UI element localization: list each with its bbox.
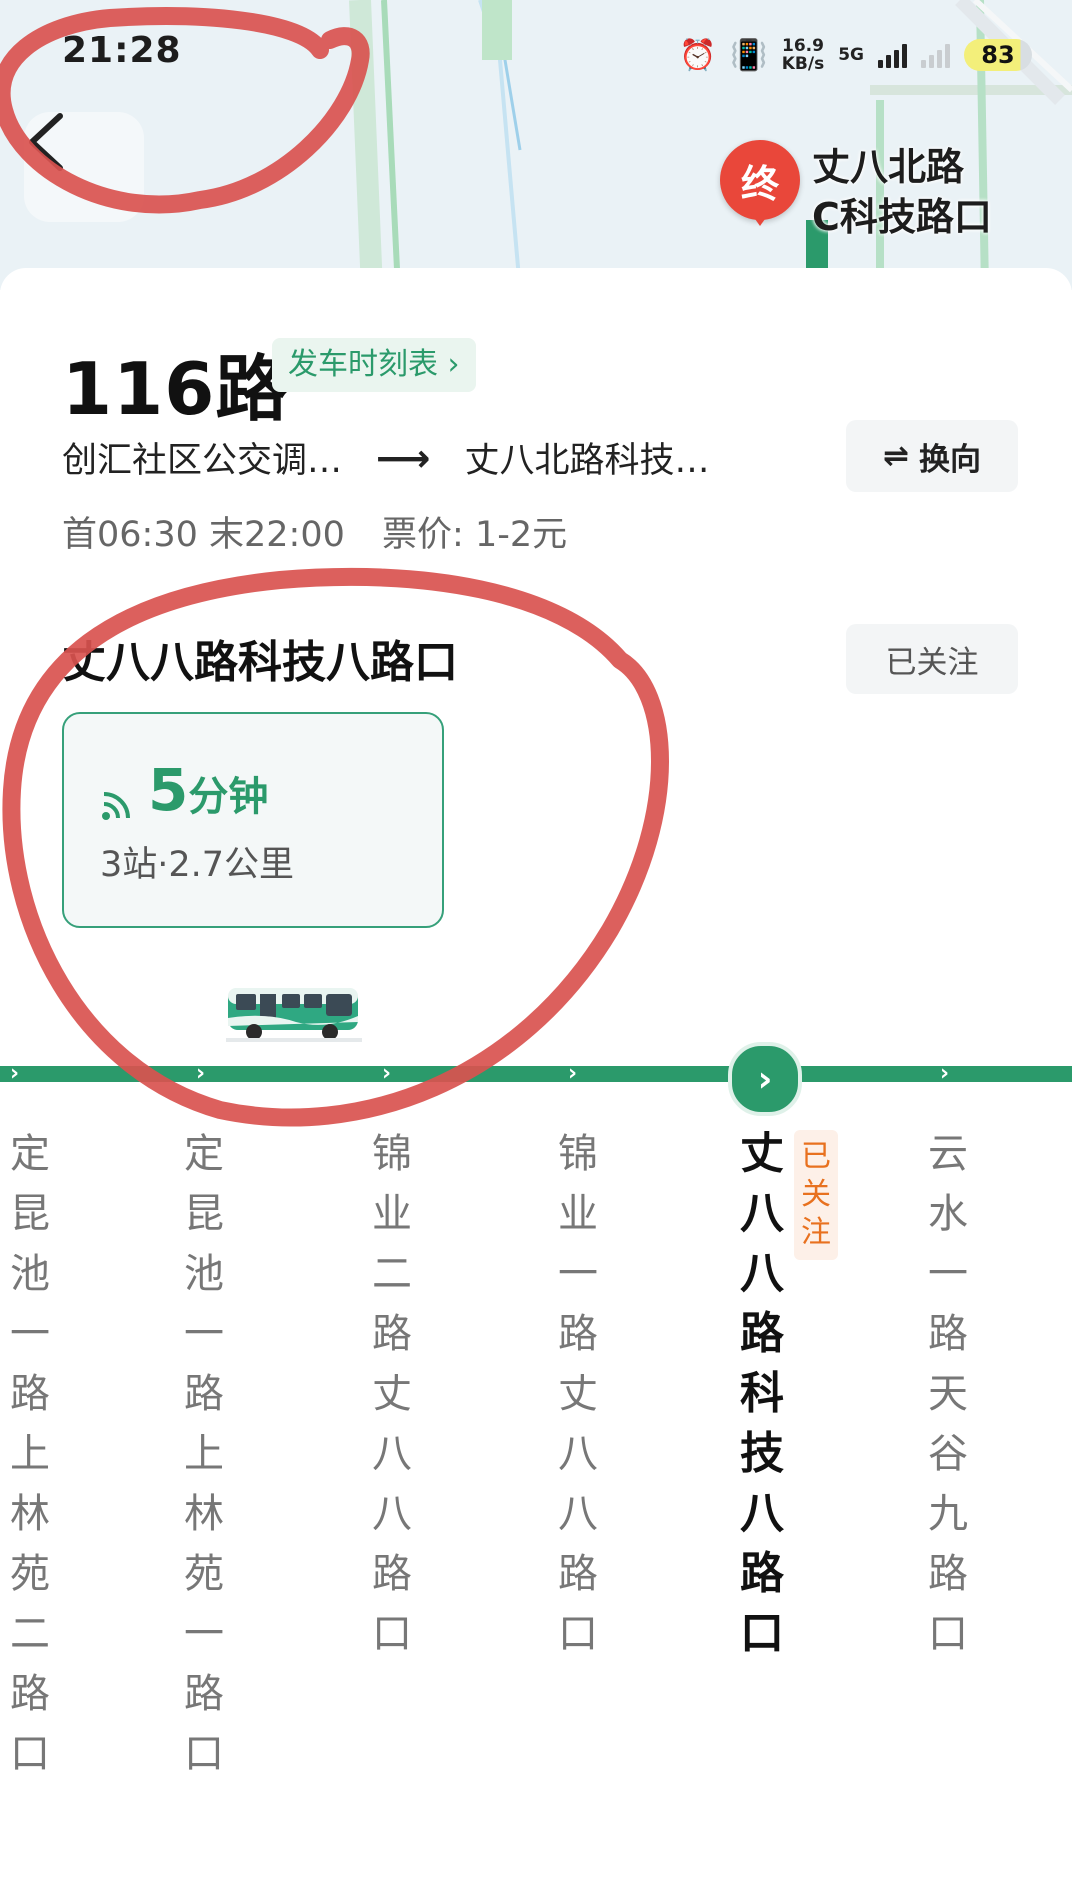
eta-unit: 分钟 [188,774,269,820]
signal-icon [878,42,907,68]
stop-item[interactable]: 定昆池一路上林苑一路口 [174,1124,234,1784]
net-speed: 16.9 KB/s [782,37,824,73]
status-bar-right: ⏰ 📳 16.9 KB/s 5G 83 [679,30,1032,80]
swap-icon: ⇌ [883,438,909,474]
realtime-signal-icon [102,792,130,820]
chevron-left-icon [29,113,63,171]
switch-direction-button[interactable]: ⇌ 换向 [846,420,1018,492]
followed-tag: 已关注 [794,1130,838,1260]
first-bus-time: 首06:30 [62,515,198,555]
back-button[interactable] [24,112,144,222]
arrival-eta: 5分钟 [148,756,268,824]
bus-icon[interactable] [226,982,362,1042]
network-type: 5G [838,46,864,64]
stop-item[interactable]: 锦业二路丈八八路口 [362,1124,422,1664]
arrival-detail: 3站·2.7公里 [100,845,295,885]
follow-button[interactable]: 已关注 [846,624,1018,694]
network-type-label: 5G [838,45,864,65]
arrow-right-icon: ⟶ [376,435,431,480]
current-stop-marker: › [728,1042,802,1116]
chevron-right-icon: › [940,1061,950,1086]
net-speed-unit: KB/s [781,54,825,74]
chevron-right-icon: › [196,1061,206,1086]
map-view[interactable]: 21:28 ⏰ 📳 16.9 KB/s 5G 83 终 丈八北路 C科技路口 [0,0,1072,290]
status-time: 21:28 [62,30,182,71]
arrival-card[interactable]: 5分钟 3站·2.7公里 [62,712,444,928]
stop-item-current[interactable]: 丈八八路科技八路口 [732,1124,792,1664]
eta-minutes: 5 [148,756,189,824]
net-speed-value: 16.9 [781,36,824,56]
end-stop-label-line1: 丈八北路 [812,145,965,189]
end-stop-label: 丈八北路 C科技路口 [812,142,992,242]
origin-stop: 创汇社区公交调… [62,441,343,481]
route-line [0,1066,1072,1082]
alarm-icon: ⏰ [679,37,717,73]
stop-item[interactable]: 定昆池一路上林苑二路口 [0,1124,60,1784]
last-bus-time: 末22:00 [209,515,345,555]
timetable-label: 发车时刻表 [288,347,438,382]
battery-icon: 83 [964,39,1032,71]
service-info: 首06:30 末22:00 票价: 1-2元 [62,506,567,557]
switch-direction-label: 换向 [918,441,981,478]
chevron-right-icon: › [10,1061,20,1086]
stop-item[interactable]: 云水一路天谷九路口 [918,1124,978,1664]
end-stop-marker[interactable]: 终 [720,140,800,226]
route-title: 116路 [62,347,289,431]
destination-stop: 丈八北路科技… [464,441,710,481]
chevron-right-icon: › [568,1061,578,1086]
chevron-right-icon: › [382,1061,392,1086]
vibrate-icon: 📳 [730,37,768,73]
stop-item[interactable]: 锦业一路丈八八路口 [548,1124,608,1664]
end-stop-label-line2: C科技路口 [812,195,992,239]
fare-info: 票价: 1-2元 [382,515,568,555]
signal-icon-secondary [921,42,950,68]
selected-stop-name: 丈八八路科技八路口 [62,637,458,688]
chevron-right-icon: › [447,347,460,382]
route-direction: 创汇社区公交调… ⟶ 丈八北路科技… [62,432,710,483]
timetable-button[interactable]: 发车时刻表 › [272,338,476,392]
